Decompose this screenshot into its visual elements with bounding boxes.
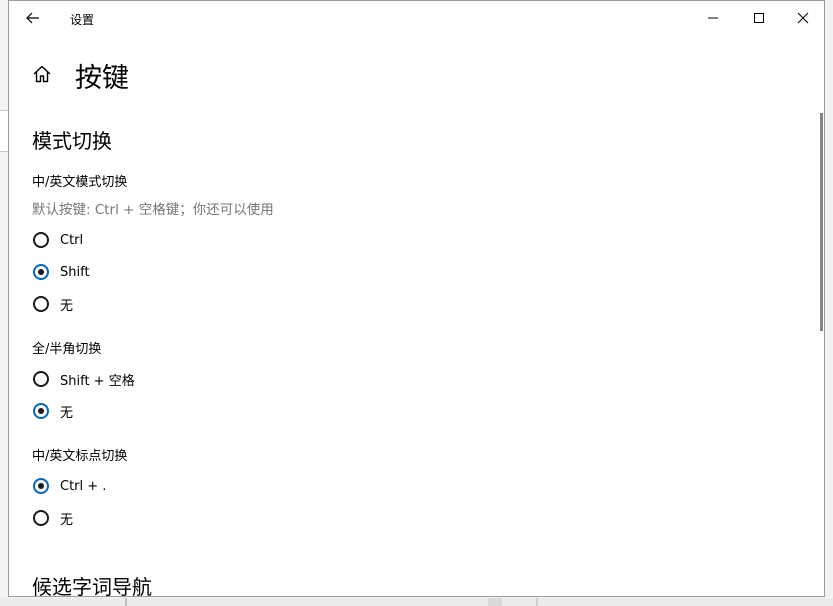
radio-ctrl-period[interactable]: Ctrl + . (32, 475, 106, 497)
settings-window: 设置 按键 模式切换 中/英文模式切换 默认按键: Ctrl + 空格键；你还可… (8, 0, 825, 597)
background-divider (125, 598, 127, 606)
home-button[interactable] (31, 63, 53, 85)
radio-shift-space[interactable]: Shift + 空格 (32, 368, 135, 390)
background-scroll-thumb (488, 598, 502, 606)
group-label-cn-en-switch: 中/英文模式切换 (32, 175, 128, 190)
close-button[interactable] (780, 1, 824, 35)
radio-circle (33, 232, 49, 248)
background-divider (536, 598, 538, 606)
background-window-edge (0, 110, 8, 152)
radio-none-full-half[interactable]: 无 (32, 400, 73, 422)
radio-none-cn-en[interactable]: 无 (32, 293, 73, 315)
radio-circle (33, 510, 49, 526)
page-title: 按键 (75, 63, 129, 94)
maximize-icon (754, 13, 764, 23)
radio-label: Shift + 空格 (60, 373, 135, 389)
section-title-mode-switch: 模式切换 (32, 129, 112, 153)
close-icon (797, 12, 809, 24)
radio-circle (33, 371, 49, 387)
title-bar: 设置 (9, 1, 824, 35)
back-arrow-icon (26, 12, 39, 24)
maximize-button[interactable] (736, 1, 782, 35)
radio-none-punct[interactable]: 无 (32, 507, 73, 529)
radio-label: 无 (60, 298, 74, 314)
window-title: 设置 (70, 13, 95, 27)
radio-circle (33, 296, 49, 312)
radio-ctrl[interactable]: Ctrl (32, 229, 83, 251)
radio-circle-checked (33, 478, 49, 494)
radio-shift[interactable]: Shift (32, 261, 90, 283)
background-taskbar-edge (0, 598, 833, 606)
radio-label: 无 (60, 512, 74, 528)
group-label-punct-switch: 中/英文标点切换 (32, 449, 128, 464)
back-button[interactable] (19, 4, 47, 32)
group-label-full-half-switch: 全/半角切换 (32, 342, 102, 357)
radio-circle-checked (33, 403, 49, 419)
home-icon (33, 65, 51, 83)
radio-label: Ctrl (60, 232, 84, 248)
section-title-candidate-nav: 候选字词导航 (32, 575, 152, 597)
minimize-icon (708, 17, 718, 19)
radio-circle-checked (33, 264, 49, 280)
hint-text: 默认按键: Ctrl + 空格键；你还可以使用 (32, 202, 274, 218)
minimize-button[interactable] (690, 1, 736, 35)
radio-label: 无 (60, 405, 74, 421)
radio-label: Shift (60, 264, 90, 280)
radio-label: Ctrl + . (60, 478, 107, 494)
scrollbar-thumb[interactable] (820, 113, 823, 331)
